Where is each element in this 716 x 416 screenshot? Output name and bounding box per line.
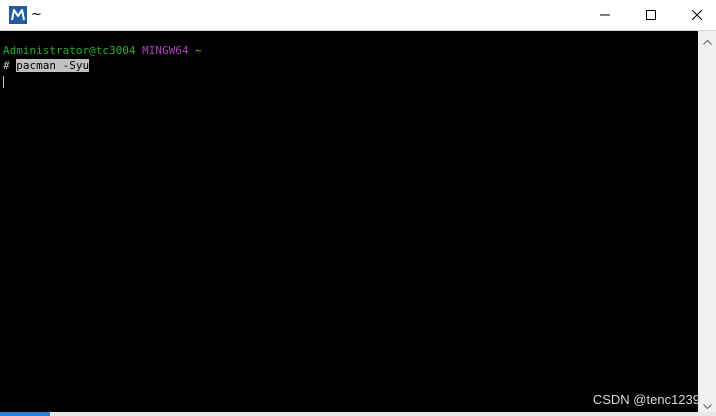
prompt-path: ~ [195, 44, 202, 57]
prompt-line: Administrator@tc3004 MINGW64 ~ [3, 44, 202, 57]
scroll-up-button[interactable] [698, 31, 716, 48]
vertical-scrollbar[interactable] [698, 31, 716, 412]
maximize-button[interactable] [628, 0, 674, 30]
window-title: ~ [31, 7, 42, 22]
text-cursor [3, 76, 4, 88]
prompt-environment: MINGW64 [142, 44, 189, 57]
title-bar[interactable]: ~ [0, 0, 716, 31]
prompt-symbol: # [3, 59, 10, 72]
arrow-down-icon [702, 394, 712, 413]
terminal-output[interactable]: Administrator@tc3004 MINGW64 ~ # pacman … [0, 31, 698, 412]
scroll-down-button[interactable] [698, 395, 716, 412]
minimize-icon [600, 10, 610, 20]
watermark: CSDN @tenc1239 [592, 392, 700, 407]
arrow-up-icon [702, 30, 712, 49]
minimize-button[interactable] [582, 0, 628, 30]
close-button[interactable] [674, 0, 716, 30]
terminal-window: ~ Administrator@tc3004 MINGW64 ~ # pacma… [0, 0, 716, 416]
prompt-user-host: Administrator@tc3004 [3, 44, 136, 57]
taskbar-active-indicator [0, 412, 50, 416]
command-line: # pacman -Syu [3, 59, 90, 72]
maximize-icon [646, 10, 656, 20]
mintty-app-icon[interactable] [9, 6, 27, 24]
command-text[interactable]: pacman -Syu [16, 59, 90, 72]
close-icon [692, 10, 702, 20]
taskbar-edge [0, 412, 716, 416]
